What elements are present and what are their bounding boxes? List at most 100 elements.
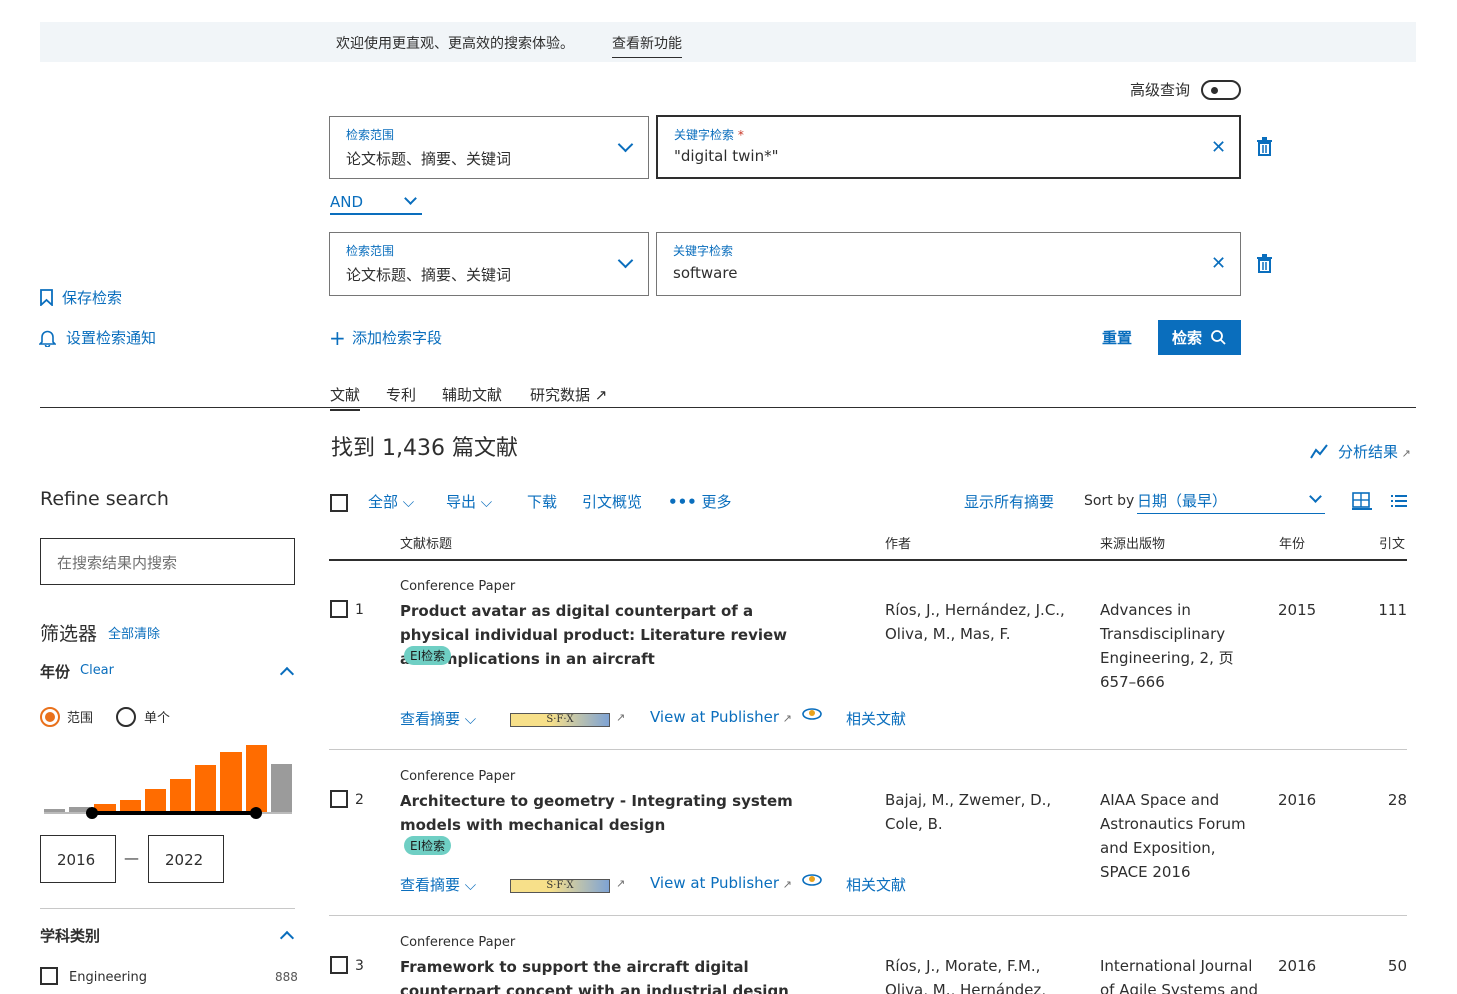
result-cited-count[interactable]: 28: [1370, 788, 1407, 812]
show-all-abstracts-link[interactable]: 显示所有摘要: [964, 491, 1054, 512]
result-authors[interactable]: Ríos, J., Morate, F.M., Oliva, M., Herná…: [885, 954, 1075, 994]
slider-handle-end[interactable]: [250, 807, 263, 819]
result-cited-count[interactable]: 50: [1370, 954, 1407, 978]
trash-icon[interactable]: [1256, 254, 1273, 273]
slider-handle-start[interactable]: [86, 807, 99, 819]
keyword-input-1[interactable]: 关键字检索 * "digital twin*" ✕: [656, 115, 1241, 179]
citation-overview-button[interactable]: 引文概览: [582, 491, 642, 512]
result-source[interactable]: Advances in Transdisciplinary Engineerin…: [1100, 598, 1260, 694]
add-search-field-button[interactable]: 添加检索字段: [352, 327, 442, 348]
external-link-icon: ↗: [616, 711, 626, 724]
operator-value: AND: [330, 193, 364, 211]
col-year[interactable]: 年份: [1279, 533, 1305, 552]
subject-engineering-checkbox[interactable]: [40, 967, 58, 985]
chevron-down-icon: ⌵: [402, 493, 415, 511]
keyword-input-2[interactable]: 关键字检索 software ✕: [656, 232, 1241, 296]
tab-secondary-documents[interactable]: 辅助文献: [442, 384, 502, 405]
sfx-link-button[interactable]: S·F·X: [510, 713, 610, 727]
chevron-up-icon[interactable]: [279, 930, 295, 946]
subject-name: Engineering: [69, 970, 147, 985]
result-source[interactable]: AIAA Space and Astronautics Forum and Ex…: [1100, 788, 1260, 884]
more-menu-button[interactable]: ••• 更多: [668, 491, 732, 512]
filter-divider: [40, 908, 295, 909]
search-button[interactable]: 检索: [1158, 320, 1241, 355]
search-scope-select-1[interactable]: 检索范围 论文标题、摘要、关键词: [329, 116, 649, 179]
result-year: 2015: [1278, 601, 1317, 619]
search-scope-select-2[interactable]: 检索范围 论文标题、摘要、关键词: [329, 232, 649, 296]
boolean-operator-select[interactable]: AND: [330, 192, 422, 215]
view-abstract-toggle[interactable]: 查看摘要 ⌵: [400, 874, 476, 895]
chevron-down-icon: ⌵: [464, 710, 477, 728]
clear-icon[interactable]: ✕: [1211, 137, 1226, 158]
result-source[interactable]: International Journal of Agile Systems a…: [1100, 954, 1260, 994]
download-button[interactable]: 下载: [527, 491, 557, 512]
result-title-link[interactable]: Product avatar as digital counterpart of…: [400, 599, 820, 671]
more-dots-icon: •••: [668, 493, 697, 511]
related-documents-link[interactable]: 相关文献: [846, 708, 906, 729]
result-year: 2016: [1278, 791, 1317, 809]
advanced-query-toggle[interactable]: [1201, 80, 1241, 100]
external-link-icon: ↗: [590, 386, 608, 404]
keyword-value: software: [673, 264, 738, 282]
related-documents-icon: [802, 874, 822, 886]
col-cited[interactable]: 引文: [1379, 533, 1405, 552]
tab-research-data[interactable]: 研究数据 ↗: [530, 384, 607, 405]
external-link-icon: ↗: [779, 712, 792, 725]
search-within-results-input[interactable]: 在搜索结果内搜索: [40, 538, 295, 585]
col-authors[interactable]: 作者: [885, 533, 911, 552]
search-icon: [1211, 330, 1226, 345]
related-documents-link[interactable]: 相关文献: [846, 874, 906, 895]
grid-view-icon[interactable]: [1352, 492, 1372, 510]
result-title-link[interactable]: Framework to support the aircraft digita…: [400, 955, 820, 994]
result-cited-count[interactable]: 111: [1370, 598, 1407, 622]
document-type: Conference Paper: [400, 579, 516, 594]
ei-badge: EI检索: [404, 646, 452, 665]
banner-new-features-link[interactable]: 查看新功能: [612, 33, 682, 58]
reset-button[interactable]: 重置: [1102, 327, 1132, 348]
select-all-checkbox[interactable]: [330, 494, 348, 512]
scope-value: 论文标题、摘要、关键词: [346, 266, 512, 284]
sort-select[interactable]: 日期（最早）: [1137, 490, 1325, 514]
export-dropdown[interactable]: 导出 ⌵: [446, 491, 492, 512]
sfx-link-button[interactable]: S·F·X: [510, 879, 610, 893]
result-year: 2016: [1278, 957, 1317, 975]
clear-icon[interactable]: ✕: [1211, 253, 1226, 274]
single-year-radio[interactable]: [116, 707, 136, 727]
plus-icon: +: [329, 326, 346, 350]
year-from-input[interactable]: 2016: [40, 835, 116, 883]
result-checkbox[interactable]: [330, 790, 348, 808]
view-abstract-toggle[interactable]: 查看摘要 ⌵: [400, 708, 476, 729]
single-label: 单个: [144, 711, 171, 726]
chevron-down-icon: [1309, 490, 1322, 503]
set-alert-link[interactable]: 设置检索通知: [66, 327, 156, 348]
document-type: Conference Paper: [400, 769, 516, 784]
refine-search-title: Refine search: [40, 488, 169, 510]
view-at-publisher-link[interactable]: View at Publisher ↗: [650, 874, 792, 892]
document-type: Conference Paper: [400, 935, 516, 950]
result-authors[interactable]: Bajaj, M., Zwemer, D., Cole, B.: [885, 788, 1075, 836]
histogram-bar: [220, 751, 242, 812]
chevron-down-icon: ⌵: [464, 876, 477, 894]
year-range-radio[interactable]: [40, 707, 60, 727]
scope-label: 检索范围: [346, 128, 395, 142]
view-at-publisher-link[interactable]: View at Publisher ↗: [650, 708, 792, 726]
year-clear-link[interactable]: Clear: [80, 663, 114, 678]
col-source[interactable]: 来源出版物: [1100, 533, 1165, 552]
col-title[interactable]: 文献标题: [400, 533, 452, 552]
list-view-icon[interactable]: [1391, 494, 1407, 508]
save-search-link[interactable]: 保存检索: [62, 287, 122, 308]
result-checkbox[interactable]: [330, 600, 348, 618]
result-checkbox[interactable]: [330, 956, 348, 974]
slider-selected-range: [92, 811, 257, 815]
analyze-results-link[interactable]: 分析结果 ↗: [1338, 441, 1411, 462]
toggle-knob: [1211, 87, 1218, 94]
year-to-input[interactable]: 2022: [148, 835, 224, 883]
result-authors[interactable]: Ríos, J., Hernández, J.C., Oliva, M., Ma…: [885, 598, 1075, 646]
result-title-link[interactable]: Architecture to geometry - Integrating s…: [400, 789, 820, 837]
external-link-icon: ↗: [779, 878, 792, 891]
tab-patents[interactable]: 专利: [386, 384, 416, 405]
clear-all-filters-link[interactable]: 全部清除: [108, 623, 160, 642]
trash-icon[interactable]: [1256, 137, 1273, 156]
chevron-up-icon[interactable]: [279, 666, 295, 682]
select-all-dropdown[interactable]: 全部 ⌵: [368, 491, 414, 512]
